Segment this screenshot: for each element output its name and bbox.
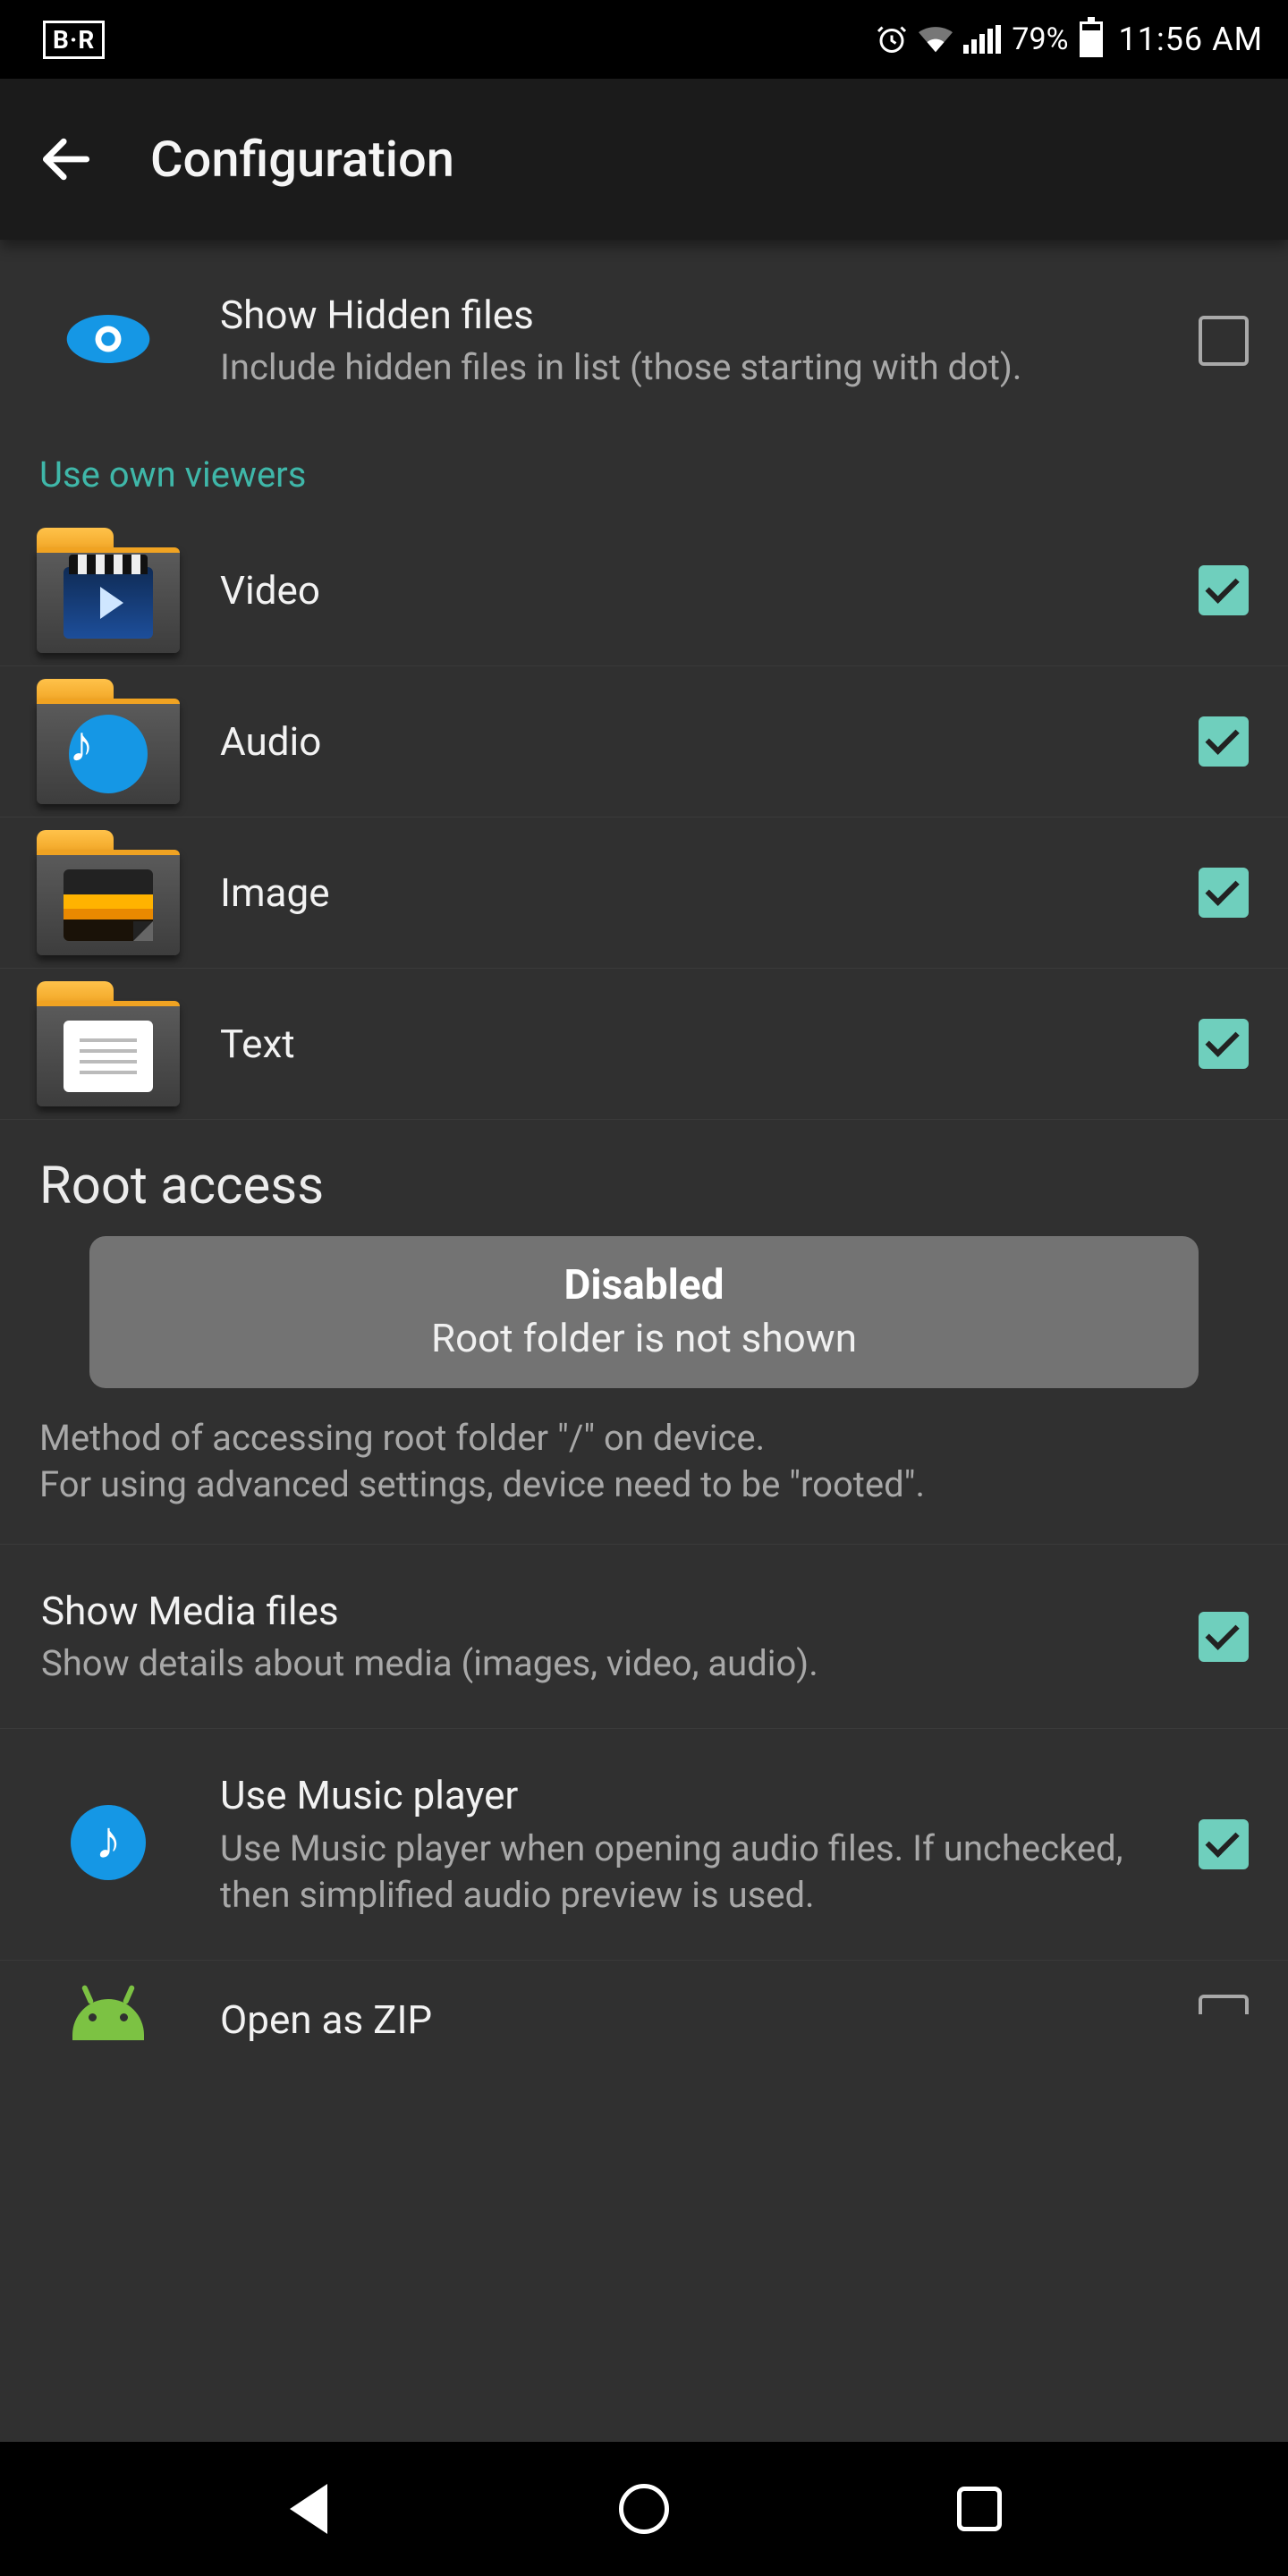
- row-viewer-audio[interactable]: ♪ Audio: [0, 666, 1288, 818]
- status-time: 11:56 AM: [1119, 21, 1264, 58]
- row-show-media[interactable]: Show Media files Show details about medi…: [0, 1545, 1288, 1729]
- show-media-desc: Show details about media (images, video,…: [41, 1640, 1163, 1687]
- folder-image-icon: [37, 830, 180, 955]
- hidden-files-title: Show Hidden files: [220, 290, 1163, 341]
- row-viewer-text[interactable]: Text: [0, 969, 1288, 1120]
- viewer-audio-checkbox[interactable]: [1199, 716, 1249, 767]
- content-scroll[interactable]: Show Hidden files Include hidden files i…: [0, 240, 1288, 2442]
- page-title: Configuration: [150, 130, 454, 189]
- music-note-icon: ♪: [71, 1805, 146, 1884]
- folder-audio-icon: ♪: [37, 679, 180, 804]
- viewer-text-label: Text: [220, 1019, 1163, 1070]
- system-nav-bar: [0, 2442, 1288, 2576]
- status-bar: B·R 79% 11:56 AM: [0, 0, 1288, 79]
- viewer-video-label: Video: [220, 565, 1163, 616]
- root-access-heading: Root access: [39, 1156, 1249, 1216]
- back-arrow-icon[interactable]: [36, 129, 97, 190]
- open-as-zip-title: Open as ZIP: [220, 1995, 1163, 2046]
- show-media-title: Show Media files: [41, 1586, 1163, 1637]
- nav-back-button[interactable]: [282, 2482, 335, 2536]
- viewer-video-checkbox[interactable]: [1199, 565, 1249, 615]
- show-media-checkbox[interactable]: [1199, 1612, 1249, 1662]
- svg-text:♪: ♪: [95, 1809, 122, 1871]
- battery-percent: 79%: [1012, 21, 1068, 57]
- row-use-music-player[interactable]: ♪ Use Music player Use Music player when…: [0, 1729, 1288, 1960]
- open-as-zip-checkbox[interactable]: [1199, 1995, 1249, 2045]
- use-music-desc: Use Music player when opening audio file…: [220, 1826, 1163, 1919]
- row-open-as-zip[interactable]: Open as ZIP: [0, 1961, 1288, 2046]
- use-music-checkbox[interactable]: [1199, 1819, 1249, 1869]
- root-status-sub: Root folder is not shown: [116, 1315, 1172, 1361]
- battery-icon: [1080, 21, 1103, 57]
- viewer-image-checkbox[interactable]: [1199, 868, 1249, 918]
- eye-icon: [66, 315, 150, 367]
- folder-video-icon: [37, 528, 180, 653]
- root-access-selector[interactable]: Disabled Root folder is not shown: [89, 1236, 1199, 1388]
- row-viewer-image[interactable]: Image: [0, 818, 1288, 969]
- nav-home-button[interactable]: [617, 2482, 671, 2536]
- alarm-icon: [876, 23, 908, 55]
- viewer-audio-label: Audio: [220, 716, 1163, 767]
- root-status-title: Disabled: [116, 1261, 1172, 1309]
- app-bar: Configuration: [0, 79, 1288, 240]
- wifi-icon: [919, 26, 953, 53]
- viewer-text-checkbox[interactable]: [1199, 1019, 1249, 1069]
- notification-badge: B·R: [43, 21, 105, 59]
- viewer-image-label: Image: [220, 868, 1163, 919]
- use-music-title: Use Music player: [220, 1770, 1163, 1821]
- folder-text-icon: [37, 981, 180, 1106]
- row-hidden-files[interactable]: Show Hidden files Include hidden files i…: [0, 240, 1288, 434]
- android-icon: [72, 1999, 144, 2040]
- section-use-own-viewers: Use own viewers: [0, 434, 1288, 515]
- root-access-desc: Method of accessing root folder "/" on d…: [39, 1408, 1249, 1535]
- hidden-files-checkbox[interactable]: [1199, 316, 1249, 366]
- nav-recents-button[interactable]: [953, 2482, 1006, 2536]
- cell-signal-icon: [963, 25, 1001, 54]
- root-access-block: Root access Disabled Root folder is not …: [0, 1120, 1288, 1545]
- hidden-files-desc: Include hidden files in list (those star…: [220, 344, 1163, 391]
- row-viewer-video[interactable]: Video: [0, 515, 1288, 666]
